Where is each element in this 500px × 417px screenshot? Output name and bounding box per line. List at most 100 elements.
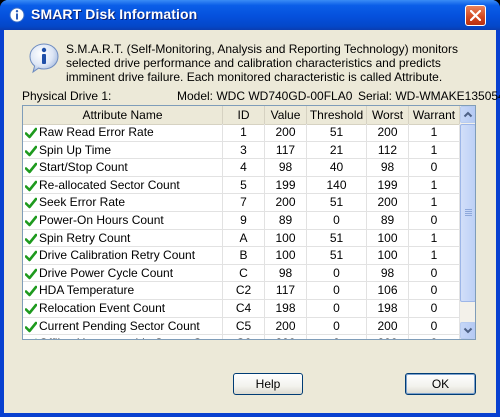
value-cell: 200 — [265, 194, 307, 212]
id-cell: A — [223, 229, 265, 248]
chevron-down-icon — [463, 327, 473, 334]
disk-info-icon — [9, 7, 25, 23]
table-row[interactable]: Re-allocated Sector Count 5 199 140 199 1 — [23, 176, 460, 195]
attribute-name-cell: Offline Uncorrectable Sector Count — [23, 335, 223, 339]
attribute-name: Re-allocated Sector Count — [39, 177, 180, 192]
help-button[interactable]: Help — [233, 373, 303, 395]
threshold-cell: 0 — [307, 300, 367, 318]
value-cell: 199 — [265, 176, 307, 195]
table-row[interactable]: HDA Temperature C2 117 0 106 0 — [23, 282, 460, 300]
value-cell: 200 — [265, 317, 307, 336]
worst-cell: 100 — [367, 247, 409, 265]
check-icon — [25, 198, 37, 209]
col-threshold[interactable]: Threshold — [307, 106, 367, 124]
threshold-cell: 0 — [307, 317, 367, 336]
worst-cell: 200 — [367, 124, 409, 142]
check-icon — [25, 215, 37, 227]
threshold-cell: 51 — [307, 229, 367, 248]
table-row[interactable]: Current Pending Sector Count C5 200 0 200 0 — [23, 317, 460, 336]
worst-cell: 89 — [367, 212, 409, 230]
col-id[interactable]: ID — [223, 106, 265, 124]
warrant-cell: 1 — [409, 176, 460, 195]
attribute-name-cell: HDA Temperature — [23, 282, 223, 300]
table-body: Raw Read Error Rate 1 200 51 200 1 Spin Up Tim… — [23, 124, 460, 339]
attribute-name: Relocation Event Count — [39, 301, 166, 315]
grip-line — [465, 209, 472, 210]
vertical-scrollbar[interactable] — [460, 106, 475, 339]
value-cell: 98 — [265, 159, 307, 177]
table-row[interactable]: Drive Power Cycle Count C 98 0 98 0 — [23, 264, 460, 283]
check-icon — [25, 145, 37, 156]
worst-cell: 200 — [367, 335, 409, 339]
worst-cell: 100 — [367, 229, 409, 248]
warrant-cell: 0 — [409, 264, 460, 283]
title-bar[interactable]: SMART Disk Information — [0, 0, 500, 30]
id-cell: 4 — [223, 159, 265, 177]
col-worst[interactable]: Worst — [367, 106, 409, 124]
close-icon — [470, 10, 481, 21]
col-attribute-name[interactable]: Attribute Name — [23, 106, 223, 124]
check-icon — [25, 180, 37, 192]
attribute-name-cell: Drive Power Cycle Count — [23, 264, 223, 283]
worst-cell: 200 — [367, 194, 409, 212]
warrant-cell: 1 — [409, 124, 460, 142]
table-row[interactable]: Raw Read Error Rate 1 200 51 200 1 — [23, 124, 460, 142]
warrant-cell: 1 — [409, 194, 460, 212]
check-icon — [25, 268, 37, 280]
id-cell: C — [223, 264, 265, 283]
attribute-name: Spin Up Time — [39, 142, 112, 157]
scroll-up-button[interactable] — [460, 106, 475, 123]
table-row[interactable]: Power-On Hours Count 9 89 0 89 0 — [23, 212, 460, 230]
id-cell: 9 — [223, 212, 265, 230]
attribute-name-cell: Relocation Event Count — [23, 300, 223, 318]
attribute-name: Drive Calibration Retry Count — [39, 248, 196, 263]
attribute-name: Raw Read Error Rate — [39, 125, 154, 139]
table-row[interactable]: Spin Retry Count A 100 51 100 1 — [23, 229, 460, 248]
id-cell: 1 — [223, 124, 265, 142]
value-cell: 200 — [265, 124, 307, 142]
threshold-cell: 0 — [307, 335, 367, 339]
table-row[interactable]: Spin Up Time 3 117 21 112 1 — [23, 141, 460, 160]
value-cell: 117 — [265, 282, 307, 300]
value-cell: 117 — [265, 141, 307, 160]
attribute-name: Current Pending Sector Count — [39, 318, 200, 333]
check-icon — [25, 303, 37, 315]
ok-button[interactable]: OK — [405, 373, 476, 395]
table-row[interactable]: Drive Calibration Retry Count B 100 51 100 1 — [23, 247, 460, 265]
threshold-cell: 0 — [307, 264, 367, 283]
attribute-name-cell: Spin Retry Count — [23, 229, 223, 248]
worst-cell: 98 — [367, 264, 409, 283]
table-row[interactable]: Start/Stop Count 4 98 40 98 0 — [23, 159, 460, 177]
attribute-name-cell: Raw Read Error Rate — [23, 124, 223, 142]
threshold-cell: 51 — [307, 124, 367, 142]
warrant-cell: 0 — [409, 317, 460, 336]
threshold-cell: 40 — [307, 159, 367, 177]
scroll-down-button[interactable] — [460, 322, 475, 339]
drive-model: Model: WDC WD740GD-00FLA0 — [177, 89, 353, 103]
info-icon — [29, 43, 59, 74]
threshold-cell: 21 — [307, 141, 367, 160]
drive-info: Physical Drive 1: Model: WDC WD740GD-00F… — [22, 89, 500, 103]
col-value[interactable]: Value — [265, 106, 307, 124]
table-row[interactable]: Relocation Event Count C4 198 0 198 0 — [23, 300, 460, 318]
scroll-thumb[interactable] — [460, 124, 475, 302]
value-cell: 98 — [265, 264, 307, 283]
attribute-name-cell: Current Pending Sector Count — [23, 317, 223, 336]
attribute-name-cell: Re-allocated Sector Count — [23, 176, 223, 195]
table-row[interactable]: Seek Error Rate 7 200 51 200 1 — [23, 194, 460, 212]
worst-cell: 198 — [367, 300, 409, 318]
col-warrant[interactable]: Warrant — [409, 106, 460, 124]
table-row[interactable]: Offline Uncorrectable Sector CountC62000… — [23, 335, 460, 339]
warrant-cell: 0 — [409, 282, 460, 300]
close-button[interactable] — [465, 5, 486, 26]
window-title: SMART Disk Information — [31, 6, 198, 22]
threshold-cell: 51 — [307, 194, 367, 212]
check-icon — [25, 127, 37, 139]
smart-attributes-table[interactable]: Attribute Name ID Value Threshold Worst … — [22, 105, 476, 340]
attribute-name: Drive Power Cycle Count — [39, 265, 174, 280]
value-cell: 100 — [265, 247, 307, 265]
threshold-cell: 0 — [307, 212, 367, 230]
attribute-name: Offline Uncorrectable Sector Count — [39, 335, 222, 339]
id-cell: 7 — [223, 194, 265, 212]
value-cell: 89 — [265, 212, 307, 230]
